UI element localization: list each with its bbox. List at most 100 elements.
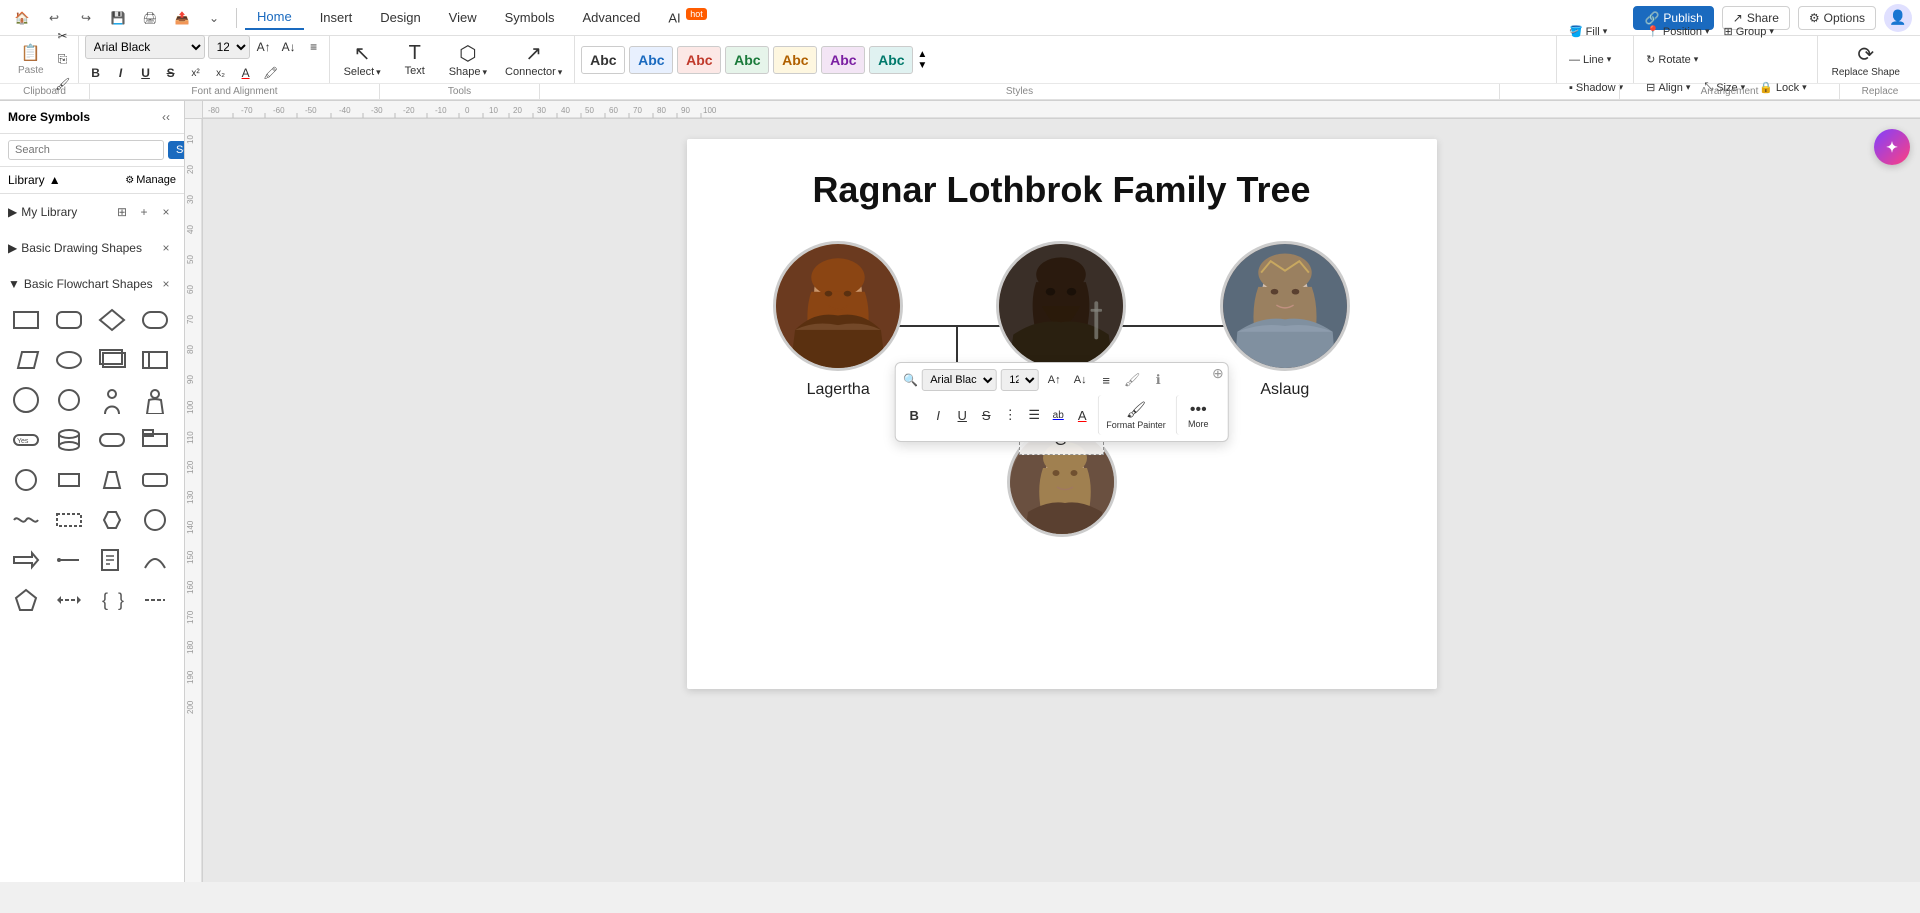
basic-drawing-header[interactable]: ▶ Basic Drawing Shapes × (8, 234, 176, 262)
family-tree-title[interactable]: Ragnar Lothbrok Family Tree (727, 169, 1397, 211)
underline-btn[interactable]: U (135, 62, 157, 84)
popup-italic-btn[interactable]: I (927, 404, 949, 426)
home-icon-btn[interactable]: 🏠 (8, 4, 36, 32)
canvas[interactable]: Ragnar Lothbrok Family Tree (203, 119, 1920, 882)
popup-size-select[interactable]: 12 (1001, 369, 1039, 391)
shape-double-arrow[interactable] (51, 582, 87, 618)
popup-numbering-btn[interactable]: ☰ (1023, 404, 1045, 426)
shape-doc[interactable] (94, 542, 130, 578)
shape-rounded-rect[interactable] (51, 302, 87, 338)
print-btn[interactable]: 🖨 (136, 4, 164, 32)
save-btn[interactable]: 💾 (104, 4, 132, 32)
decrease-font-btn[interactable]: A↓ (278, 36, 300, 58)
shape-bracket[interactable]: {} (94, 582, 130, 618)
paste-btn[interactable]: 📋 Paste (12, 39, 50, 81)
popup-underline-btn[interactable]: U (951, 404, 973, 426)
popup-bullet-btn[interactable]: ⋮ (999, 404, 1021, 426)
search-input[interactable] (8, 140, 164, 160)
style-swatch-4[interactable]: Abc (725, 46, 769, 74)
export-btn[interactable]: 📤 (168, 4, 196, 32)
child-person[interactable]: ⊕ 🔍 Arial Blac 12 A↑ (894, 427, 1229, 622)
more-options-btn[interactable]: ••• More (1176, 395, 1220, 435)
shape-trap[interactable] (94, 462, 130, 498)
shape-circle[interactable] (51, 382, 87, 418)
shape-cylinder[interactable] (51, 422, 87, 458)
style-swatch-3[interactable]: Abc (677, 46, 721, 74)
popup-strikethrough-btn[interactable]: S (975, 404, 997, 426)
shape-arrow-right[interactable] (8, 542, 44, 578)
tab-insert[interactable]: Insert (308, 6, 365, 29)
popup-font-color-btn[interactable]: A (1071, 404, 1093, 426)
tab-design[interactable]: Design (368, 6, 432, 29)
tab-ai[interactable]: AI hot (656, 5, 718, 29)
shape-person-outline[interactable] (137, 382, 173, 418)
basic-flowchart-close-btn[interactable]: × (156, 274, 176, 294)
more-btn[interactable]: ⌄ (200, 4, 228, 32)
style-swatch-5[interactable]: Abc (773, 46, 817, 74)
shape-rectangle[interactable] (8, 302, 44, 338)
group-btn[interactable]: ⊞Group▾ (1718, 19, 1780, 45)
shape-yes-no[interactable]: Yes (8, 422, 44, 458)
shape-rect-tab[interactable] (137, 422, 173, 458)
shape-hexagon-h[interactable] (94, 502, 130, 538)
shape-pentagon[interactable] (8, 582, 44, 618)
shape-curve[interactable] (137, 542, 173, 578)
search-btn[interactable]: Search (168, 141, 185, 159)
shape-rounded-corners[interactable] (137, 302, 173, 338)
text-tool-btn[interactable]: T Text (391, 39, 439, 81)
my-library-grid-btn[interactable]: ⊞ (112, 202, 132, 222)
my-library-close-btn[interactable]: × (156, 202, 176, 222)
text-align-btn[interactable]: ≡ (303, 36, 325, 58)
shape-dash-line[interactable] (137, 582, 173, 618)
shape-rect-small[interactable] (51, 462, 87, 498)
basic-flowchart-header[interactable]: ▼ Basic Flowchart Shapes × (8, 270, 176, 298)
popup-font-select[interactable]: Arial Blac (922, 369, 997, 391)
italic-btn[interactable]: I (110, 62, 132, 84)
popup-decrease-font[interactable]: A↓ (1069, 369, 1091, 391)
ai-icon[interactable]: ✦ (1874, 129, 1910, 165)
rotate-btn[interactable]: ↻Rotate▾ (1640, 47, 1704, 73)
shape-rect-rounded[interactable] (137, 462, 173, 498)
shape-tool-btn[interactable]: ⬡ Shape ▾ (441, 39, 495, 81)
popup-align-icon[interactable]: ≡ (1095, 369, 1117, 391)
shape-oval[interactable] (51, 342, 87, 378)
text-color-btn[interactable]: A (235, 62, 257, 84)
style-swatch-7[interactable]: Abc (869, 46, 913, 74)
tab-symbols[interactable]: Symbols (493, 6, 567, 29)
shape-striped[interactable] (137, 342, 173, 378)
sidebar-collapse-btn[interactable]: ‹‹ (156, 107, 176, 127)
person-aslaug[interactable]: Aslaug (1205, 241, 1365, 399)
bold-btn[interactable]: B (85, 62, 107, 84)
connector-tool-btn[interactable]: ↗ Connector ▾ (497, 39, 570, 81)
cut-btn[interactable]: ✂ (52, 25, 74, 47)
popup-increase-font[interactable]: A↑ (1043, 369, 1065, 391)
shape-person[interactable] (94, 382, 130, 418)
my-library-header[interactable]: ▶ My Library ⊞ + × (8, 198, 176, 226)
shape-circle3[interactable] (137, 502, 173, 538)
shape-dash-rect[interactable] (51, 502, 87, 538)
style-swatch-6[interactable]: Abc (821, 46, 865, 74)
style-swatch-1[interactable]: Abc (581, 46, 625, 74)
tab-home[interactable]: Home (245, 5, 304, 30)
strikethrough-btn[interactable]: S (160, 62, 182, 84)
replace-shape-btn[interactable]: ⟳ Replace Shape (1824, 39, 1908, 81)
shape-circle2[interactable] (8, 462, 44, 498)
tab-view[interactable]: View (437, 6, 489, 29)
popup-paint-icon[interactable]: 🖌 (1121, 369, 1143, 391)
shape-diamond[interactable] (94, 302, 130, 338)
font-family-select[interactable]: Arial Black (85, 35, 205, 59)
popup-ab-btn[interactable]: ab (1047, 404, 1069, 426)
shape-double-rect[interactable] (94, 342, 130, 378)
basic-drawing-close-btn[interactable]: × (156, 238, 176, 258)
highlight-btn[interactable]: 🖍 (260, 62, 282, 84)
shape-wave[interactable] (8, 502, 44, 538)
copy-btn[interactable]: ⎘ (52, 49, 74, 71)
popup-close-btn[interactable]: ⊕ (1212, 365, 1224, 382)
style-swatch-2[interactable]: Abc (629, 46, 673, 74)
select-tool-btn[interactable]: ↖ Select ▾ (336, 39, 389, 81)
font-size-select[interactable]: 12 (208, 35, 250, 59)
fill-btn[interactable]: 🪣 Fill ▾ (1563, 19, 1629, 45)
subscript-btn[interactable]: x₂ (210, 62, 232, 84)
line-btn[interactable]: — Line ▾ (1563, 47, 1629, 73)
superscript-btn[interactable]: x² (185, 62, 207, 84)
